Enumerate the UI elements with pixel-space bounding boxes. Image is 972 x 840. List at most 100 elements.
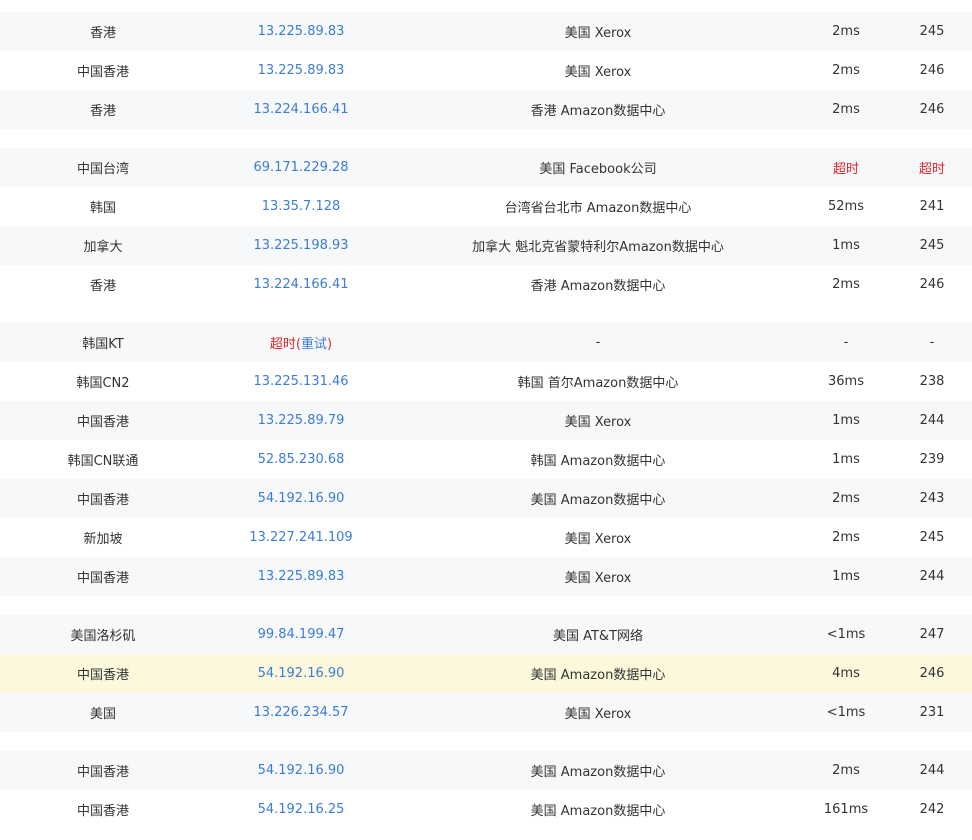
group-separator [0,304,972,323]
latency-value: 2ms [832,763,860,778]
latency-value: 1ms [832,238,860,253]
table-row: 中国香港 13.225.89.79 美国 Xerox 1ms 244 [0,401,972,440]
ip-link[interactable]: 13.224.166.41 [206,277,396,292]
ttl-value: 246 [919,277,945,292]
group-separator [0,129,972,148]
ip-link[interactable]: 54.192.16.90 [206,763,396,778]
ip-timeout-cell: 超时(重试) [206,333,396,352]
ip-link[interactable]: 54.192.16.90 [206,666,396,681]
node-name: 中国香港 [76,65,129,80]
node-name: 中国香港 [76,804,129,819]
table-row: 中国台湾 69.171.229.28 美国 Facebook公司 超时 超时 [0,148,972,187]
ip-location: 美国 Xerox [564,65,632,80]
ttl-value: 244 [919,763,945,778]
ip-location: 美国 Facebook公司 [539,162,657,177]
table-row: 香港 13.224.166.41 香港 Amazon数据中心 2ms 246 [0,265,972,304]
node-name: 美国洛杉矶 [70,629,136,644]
ip-link[interactable]: 13.224.166.41 [206,102,396,117]
ip-location: 美国 AT&T网络 [552,629,644,644]
table-row: 韩国CN2 13.225.131.46 韩国 首尔Amazon数据中心 36ms 238 [0,362,972,401]
retry-link[interactable]: 重试 [301,337,327,352]
table-row: 加拿大 13.225.198.93 加拿大 魁北克省蒙特利尔Amazon数据中心 1m… [0,226,972,265]
table-row: 中国香港 54.192.16.90 美国 Amazon数据中心 2ms 243 [0,479,972,518]
ip-location: 美国 Xerox [564,26,632,41]
node-name: 韩国CN联通 [67,454,139,469]
ttl-value: 245 [919,238,945,253]
ip-link[interactable]: 13.227.241.109 [206,530,396,545]
ip-link[interactable]: 99.84.199.47 [206,627,396,642]
ip-link[interactable]: 52.85.230.68 [206,452,396,467]
ttl-value: 245 [919,24,945,39]
ip-link[interactable]: 13.225.89.83 [206,569,396,584]
retry-paren-close: ) [327,337,333,352]
ttl-value: 246 [919,666,945,681]
group-separator [0,732,972,751]
table-row: 中国香港 13.225.89.83 美国 Xerox 1ms 244 [0,557,972,596]
ip-location: 台湾省台北市 Amazon数据中心 [504,201,692,216]
ip-location: 美国 Amazon数据中心 [530,804,666,819]
ip-location: 美国 Amazon数据中心 [530,765,666,780]
latency-value: 1ms [832,413,860,428]
latency-value: 2ms [832,102,860,117]
ip-link[interactable]: 13.225.198.93 [206,238,396,253]
latency-value: 1ms [832,569,860,584]
node-name: 中国香港 [76,571,129,586]
ttl-value: 243 [919,491,945,506]
node-name: 韩国 [89,201,116,216]
table-row: 新加坡 13.227.241.109 美国 Xerox 2ms 245 [0,518,972,557]
latency-value: 52ms [828,199,864,214]
ttl-value: 231 [919,705,945,720]
latency-value: 4ms [832,666,860,681]
ip-location: 美国 Xerox [564,707,632,722]
node-name: 中国台湾 [76,162,129,177]
ttl-value: 245 [919,530,945,545]
ip-link[interactable]: 69.171.229.28 [206,160,396,175]
ttl-value: - [929,335,935,350]
latency-value: 36ms [828,374,864,389]
ip-location: 加拿大 魁北克省蒙特利尔Amazon数据中心 [472,240,724,255]
node-name: 韩国CN2 [76,376,130,391]
table-row: 中国香港 54.192.16.90 美国 Amazon数据中心 2ms 244 [0,751,972,790]
ip-location: 香港 Amazon数据中心 [530,104,666,119]
node-name: 中国香港 [76,668,129,683]
ip-location: 美国 Xerox [564,532,632,547]
ip-link[interactable]: 54.192.16.25 [206,802,396,817]
ip-link[interactable]: 54.192.16.90 [206,491,396,506]
ip-location: 韩国 首尔Amazon数据中心 [517,376,679,391]
latency-value: 2ms [832,277,860,292]
latency-value: 161ms [823,802,869,817]
node-name: 新加坡 [83,532,123,547]
ip-link[interactable]: 13.225.89.79 [206,413,396,428]
latency-value: 2ms [832,491,860,506]
ip-link[interactable]: 13.225.131.46 [206,374,396,389]
ip-location: - [595,335,601,350]
node-name: 中国香港 [76,415,129,430]
ttl-value: 246 [919,102,945,117]
node-name: 香港 [89,279,116,294]
latency-value: 2ms [832,24,860,39]
node-name: 中国香港 [76,765,129,780]
latency-value: - [843,335,849,350]
ip-location: 美国 Xerox [564,571,632,586]
node-name: 韩国KT [82,337,124,352]
table-row: 美国洛杉矶 99.84.199.47 美国 AT&T网络 <1ms 247 [0,615,972,654]
ip-link[interactable]: 13.225.89.83 [206,63,396,78]
latency-value: 2ms [832,63,860,78]
latency-value: 超时 [832,162,859,177]
table-row: 中国香港 54.192.16.25 美国 Amazon数据中心 161ms 242 [0,790,972,829]
table-row: 韩国KT 超时(重试) - - - [0,323,972,362]
ip-link[interactable]: 13.225.89.83 [206,24,396,39]
node-name: 中国香港 [76,493,129,508]
table-row: 美国 13.226.234.57 美国 Xerox <1ms 231 [0,693,972,732]
ip-link[interactable]: 13.226.234.57 [206,705,396,720]
latency-value: <1ms [826,627,866,642]
ttl-value: 超时 [918,162,945,177]
latency-value: 2ms [832,530,860,545]
ttl-value: 241 [919,199,945,214]
ip-link[interactable]: 13.35.7.128 [206,199,396,214]
ttl-value: 244 [919,413,945,428]
table-row: 香港 13.225.89.83 美国 Xerox 2ms 245 [0,12,972,51]
ttl-value: 244 [919,569,945,584]
ttl-value: 238 [919,374,945,389]
table-row: 中国香港 54.192.16.90 美国 Amazon数据中心 4ms 246 [0,654,972,693]
